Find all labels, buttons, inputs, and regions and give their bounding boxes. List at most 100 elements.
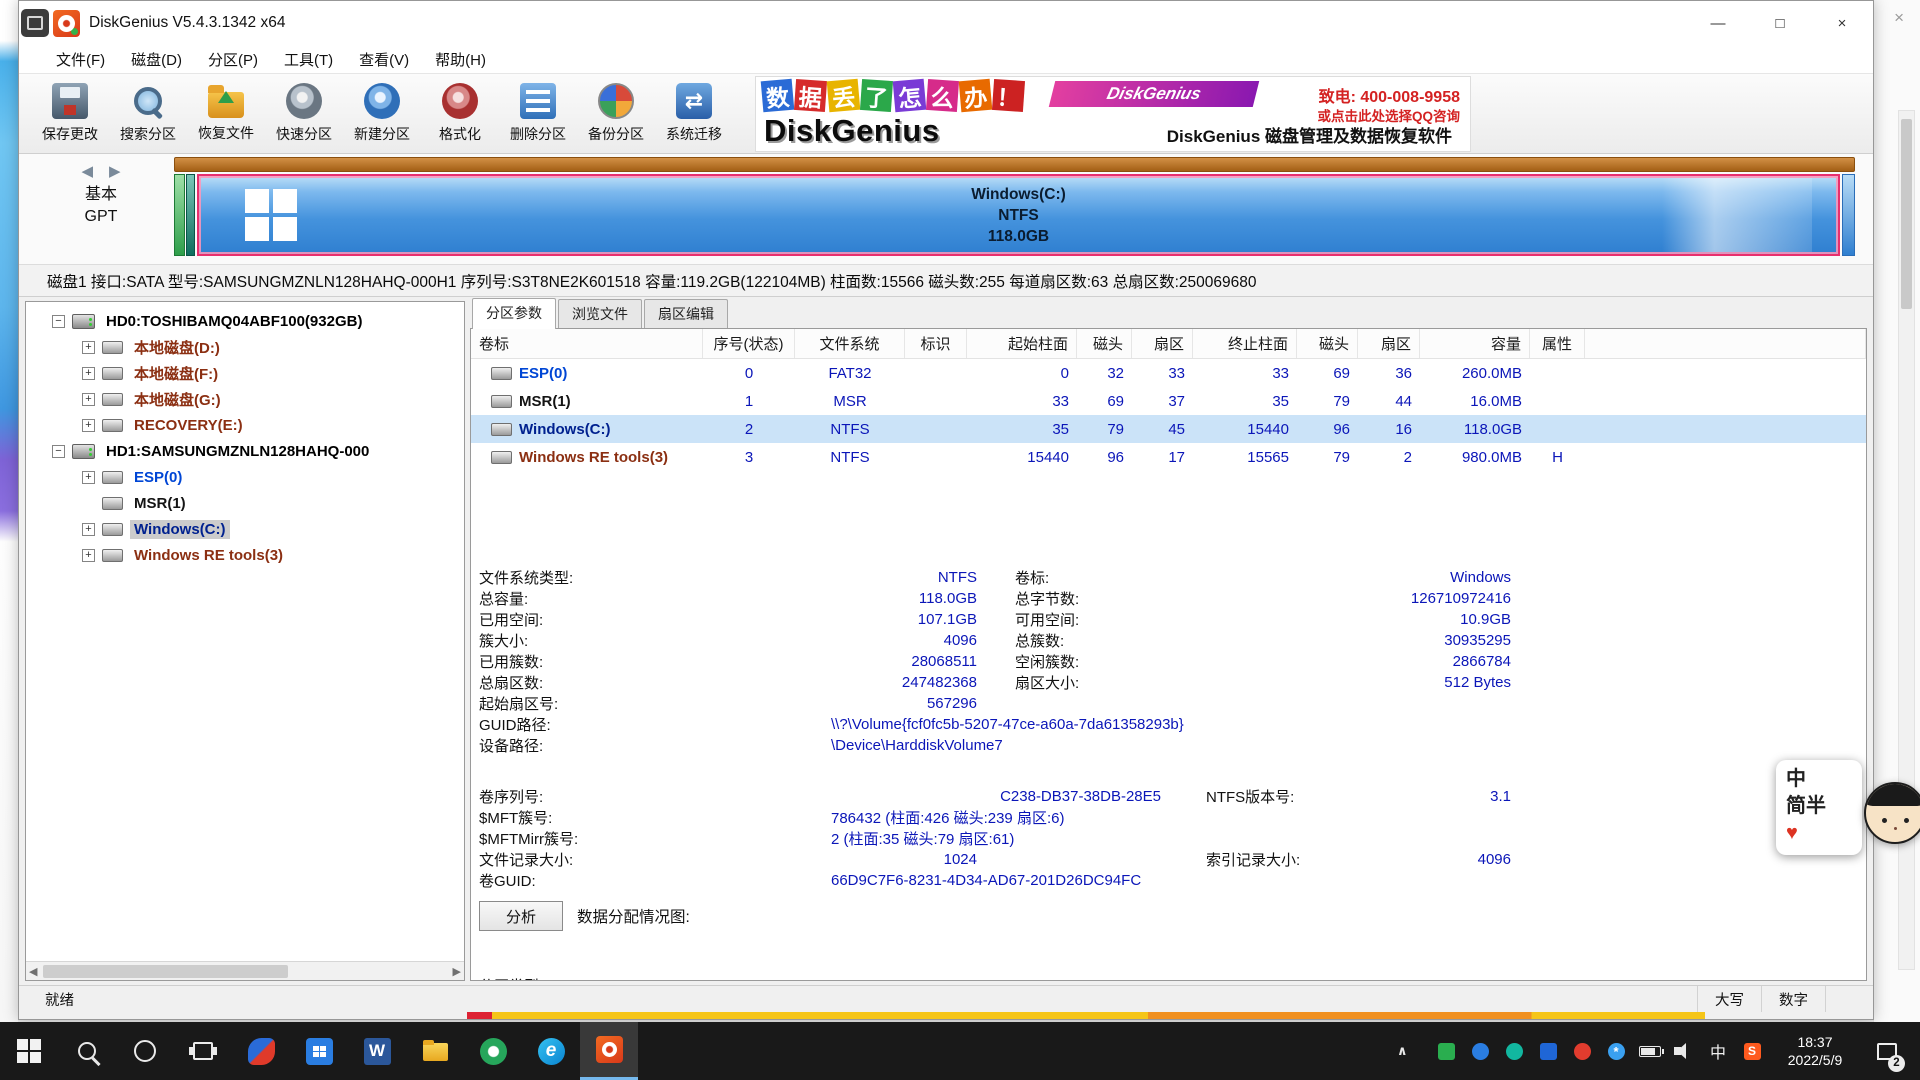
scrollbar-track[interactable] [41,965,448,978]
toolbar-format-button[interactable]: 格式化 [421,78,499,150]
collapse-icon[interactable]: − [52,445,65,458]
taskbar-app-diskgenius[interactable] [580,1022,638,1080]
collapse-icon[interactable]: − [52,315,65,328]
toolbar-system-migration-button[interactable]: ⇄系统迁移 [655,78,733,150]
prev-disk-arrow[interactable]: ◀ [81,162,93,180]
maximize-button[interactable]: □ [1749,1,1811,45]
tray-snowflake-app[interactable]: * [1599,1022,1633,1080]
taskbar-app-store[interactable] [290,1022,348,1080]
tray-ime-mode[interactable]: 中 [1701,1022,1735,1080]
expand-icon[interactable]: + [82,471,95,484]
tray-sogou[interactable]: S [1735,1022,1769,1080]
tray-hidden-icons[interactable]: ∧ [1395,1022,1429,1080]
tree-item-re-tools[interactable]: +Windows RE tools(3) [26,542,464,568]
tray-blue-circle-app[interactable] [1463,1022,1497,1080]
table-row-esp[interactable]: ESP(0)0FAT3203233336936260.0MB [471,359,1866,387]
scrollbar-thumb[interactable] [1901,119,1912,309]
table-row-windows-c[interactable]: Windows(C:)2NTFS357945154409616118.0GB [471,415,1866,443]
column-header-4[interactable]: 起始柱面 [967,329,1077,358]
ime-mode-indicator[interactable]: 中 [1786,766,1852,793]
disk-header-bar[interactable] [174,157,1855,172]
tree-item-local-d[interactable]: +本地磁盘(D:) [26,334,464,360]
task-view-button[interactable] [174,1022,232,1080]
column-header-1[interactable]: 序号(状态) [703,329,795,358]
taskbar-app-green-browser[interactable] [464,1022,522,1080]
tree-item-hd0[interactable]: −HD0:TOSHIBAMQ04ABF100(932GB) [26,308,464,334]
menu-help[interactable]: 帮助(H) [422,45,499,73]
column-header-9[interactable]: 扇区 [1358,329,1420,358]
next-disk-arrow[interactable]: ▶ [109,162,121,180]
toolbar-delete-partition-button[interactable]: 删除分区 [499,78,577,150]
expand-icon[interactable]: + [82,341,95,354]
tray-wechat[interactable] [1429,1022,1463,1080]
column-header-3[interactable]: 标识 [905,329,967,358]
tab-sector-edit[interactable]: 扇区编辑 [644,299,728,329]
tree-item-esp[interactable]: +ESP(0) [26,464,464,490]
ad-banner[interactable]: 数据丢了怎么办！ DiskGenius DiskGenius 致电: 400-0… [755,76,1471,152]
menu-partition[interactable]: 分区(P) [195,45,271,73]
heart-icon[interactable]: ♥ [1786,820,1852,847]
ime-mascot-avatar[interactable] [1864,782,1920,844]
tree-item-hd1[interactable]: −HD1:SAMSUNGMZNLN128HAHQ-000 [26,438,464,464]
column-header-10[interactable]: 容量 [1420,329,1530,358]
ime-floating-widget[interactable]: 中 简半 ♥ [1776,760,1920,855]
column-header-7[interactable]: 终止柱面 [1193,329,1297,358]
tree-horizontal-scrollbar[interactable]: ◀ ▶ [26,961,464,980]
table-row-re-tools[interactable]: Windows RE tools(3)3NTFS1544096171556579… [471,443,1866,471]
analyze-button[interactable]: 分析 [479,901,563,931]
column-header-8[interactable]: 磁头 [1297,329,1358,358]
partition-block-esp[interactable] [174,174,185,256]
table-row-msr[interactable]: MSR(1)1MSR33693735794416.0MB [471,387,1866,415]
cortana-button[interactable] [116,1022,174,1080]
partition-block-windows-c[interactable]: Windows(C:) NTFS 118.0GB [197,174,1840,256]
taskbar-app-edge[interactable]: e [522,1022,580,1080]
tray-volume[interactable] [1667,1022,1701,1080]
toolbar-recover-files-button[interactable]: 恢复文件 [187,78,265,150]
column-header-2[interactable]: 文件系统 [795,329,905,358]
start-button[interactable] [0,1022,58,1080]
taskbar-search-button[interactable] [58,1022,116,1080]
tree-item-msr[interactable]: MSR(1) [26,490,464,516]
expand-icon[interactable]: + [82,419,95,432]
tree-item-windows-c[interactable]: +Windows(C:) [26,516,464,542]
column-header-11[interactable]: 属性 [1530,329,1585,358]
menu-file[interactable]: 文件(F) [43,45,118,73]
partition-block-msr[interactable] [186,174,195,256]
action-center-button[interactable]: 2 [1861,1043,1913,1060]
expand-icon[interactable]: + [82,367,95,380]
column-header-5[interactable]: 磁头 [1077,329,1132,358]
minimize-button[interactable]: — [1687,1,1749,45]
tab-browse-files[interactable]: 浏览文件 [558,299,642,329]
tab-partition-params[interactable]: 分区参数 [472,298,556,329]
taskbar-clock[interactable]: 18:37 2022/5/9 [1769,1033,1861,1069]
expand-icon[interactable]: + [82,393,95,406]
menu-disk[interactable]: 磁盘(D) [118,45,195,73]
ime-status-box[interactable]: 中 简半 ♥ [1776,760,1862,855]
tree-item-local-f[interactable]: +本地磁盘(F:) [26,360,464,386]
menu-view[interactable]: 查看(V) [346,45,422,73]
tray-red-circle-app[interactable] [1565,1022,1599,1080]
scroll-left-arrow[interactable]: ◀ [29,965,37,978]
close-button[interactable]: × [1811,1,1873,45]
expand-icon[interactable]: + [82,523,95,536]
column-header-0[interactable]: 卷标 [471,329,703,358]
tray-blue-square-app[interactable] [1531,1022,1565,1080]
tray-battery[interactable] [1633,1022,1667,1080]
toolbar-backup-partition-button[interactable]: 备份分区 [577,78,655,150]
taskbar-app-thunder[interactable] [232,1022,290,1080]
tree-item-recovery-e[interactable]: +RECOVERY(E:) [26,412,464,438]
expand-icon[interactable]: + [82,549,95,562]
toolbar-new-partition-button[interactable]: 新建分区 [343,78,421,150]
menu-tools[interactable]: 工具(T) [271,45,346,73]
tree-item-local-g[interactable]: +本地磁盘(G:) [26,386,464,412]
taskbar-app-word[interactable]: W [348,1022,406,1080]
toolbar-save-changes-button[interactable]: 保存更改 [31,78,109,150]
ime-simplified-halfwidth[interactable]: 简半 [1786,793,1852,820]
scrollbar-thumb[interactable] [43,965,287,978]
toolbar-search-partition-button[interactable]: 搜索分区 [109,78,187,150]
scroll-right-arrow[interactable]: ▶ [453,965,461,978]
partition-block-re-tools[interactable] [1842,174,1855,256]
background-window-close-icon[interactable]: × [1894,8,1904,28]
toolbar-quick-partition-button[interactable]: 快速分区 [265,78,343,150]
taskbar-app-file-explorer[interactable] [406,1022,464,1080]
